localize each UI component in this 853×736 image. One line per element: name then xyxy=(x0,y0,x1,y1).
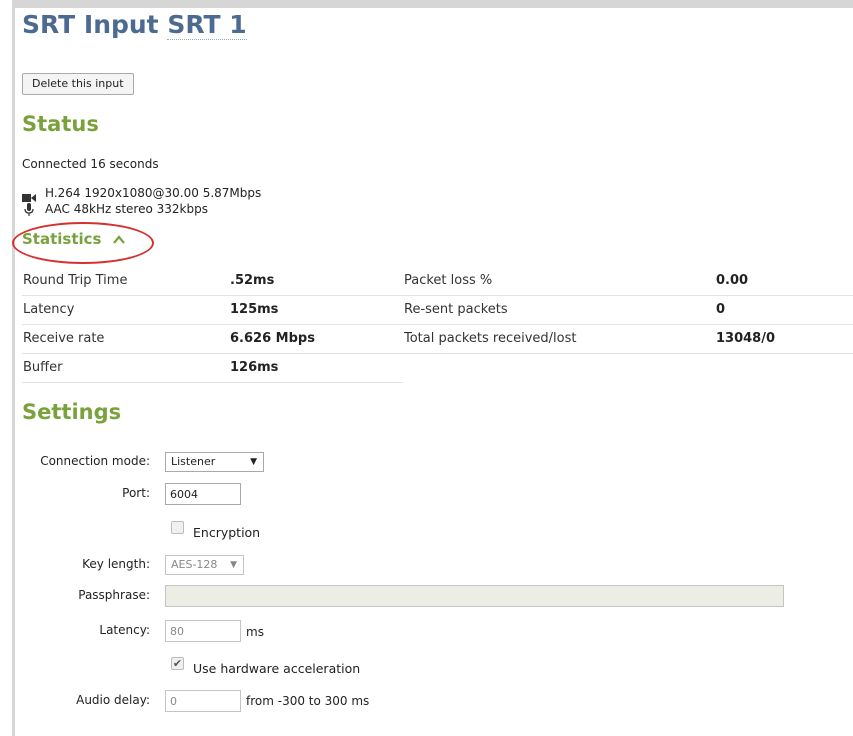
stat-row: Total packets received/lost 13048/0 xyxy=(403,325,853,354)
stat-value: .52ms xyxy=(230,273,275,288)
stat-label: Latency xyxy=(23,302,75,317)
settings-heading: Settings xyxy=(22,400,122,424)
dropdown-arrow-icon: ▼ xyxy=(250,457,257,467)
latency-label: Latency: xyxy=(99,623,150,637)
stat-row: Receive rate 6.626 Mbps xyxy=(22,325,403,354)
hw-accel-label: Use hardware acceleration xyxy=(193,661,361,676)
key-length-select[interactable]: AES-128 ▼ xyxy=(165,555,244,575)
dropdown-arrow-icon: ▼ xyxy=(230,560,237,570)
connection-mode-value: Listener xyxy=(171,455,216,468)
key-length-label: Key length: xyxy=(82,557,150,571)
key-length-value: AES-128 xyxy=(171,558,218,571)
passphrase-label: Passphrase: xyxy=(78,588,150,602)
stat-row: Buffer 126ms xyxy=(22,354,403,383)
encryption-checkbox[interactable] xyxy=(171,521,184,534)
audio-delay-label: Audio delay: xyxy=(76,693,150,707)
connection-mode-select[interactable]: Listener ▼ xyxy=(165,452,264,472)
input-name[interactable]: SRT 1 xyxy=(167,10,247,40)
stat-row: Packet loss % 0.00 xyxy=(403,267,853,296)
port-input[interactable] xyxy=(165,483,241,505)
port-label: Port: xyxy=(122,486,150,500)
top-border xyxy=(12,0,853,8)
title-prefix: SRT Input xyxy=(22,10,159,39)
audio-delay-input[interactable] xyxy=(165,690,241,712)
stat-label: Receive rate xyxy=(23,331,105,346)
stat-value: 0.00 xyxy=(716,273,749,288)
page-title: SRT Input SRT 1 xyxy=(22,10,247,40)
audio-delay-hint: from -300 to 300 ms xyxy=(246,694,370,708)
stat-row: Re-sent packets 0 xyxy=(403,296,853,325)
stat-row: Round Trip Time .52ms xyxy=(22,267,403,296)
stat-label: Round Trip Time xyxy=(23,273,128,288)
audio-info: AAC 48kHz stereo 332kbps xyxy=(45,202,208,216)
connection-status: Connected 16 seconds xyxy=(22,157,159,171)
stat-value: 13048/0 xyxy=(716,331,776,346)
delete-input-button[interactable]: Delete this input xyxy=(22,73,134,95)
video-info: H.264 1920x1080@30.00 5.87Mbps xyxy=(45,186,262,200)
hw-accel-checkbox[interactable]: ✔ xyxy=(171,657,184,670)
stat-label: Re-sent packets xyxy=(404,302,508,317)
checkmark-icon: ✔ xyxy=(172,657,183,670)
connection-mode-label: Connection mode: xyxy=(40,454,150,468)
highlight-circle xyxy=(12,222,154,264)
stat-value: 125ms xyxy=(230,302,279,317)
stat-label: Buffer xyxy=(23,360,63,375)
stat-label: Total packets received/lost xyxy=(404,331,577,346)
status-heading: Status xyxy=(22,112,99,136)
stat-value: 6.626 Mbps xyxy=(230,331,315,346)
encryption-label: Encryption xyxy=(193,525,261,540)
stat-value: 0 xyxy=(716,302,726,317)
microphone-icon xyxy=(24,201,34,220)
latency-unit: ms xyxy=(246,625,264,639)
left-border xyxy=(12,0,15,736)
stat-row: Latency 125ms xyxy=(22,296,403,325)
stat-label: Packet loss % xyxy=(404,273,493,288)
stat-value: 126ms xyxy=(230,360,279,375)
latency-input[interactable] xyxy=(165,620,241,642)
passphrase-input[interactable] xyxy=(165,585,784,607)
